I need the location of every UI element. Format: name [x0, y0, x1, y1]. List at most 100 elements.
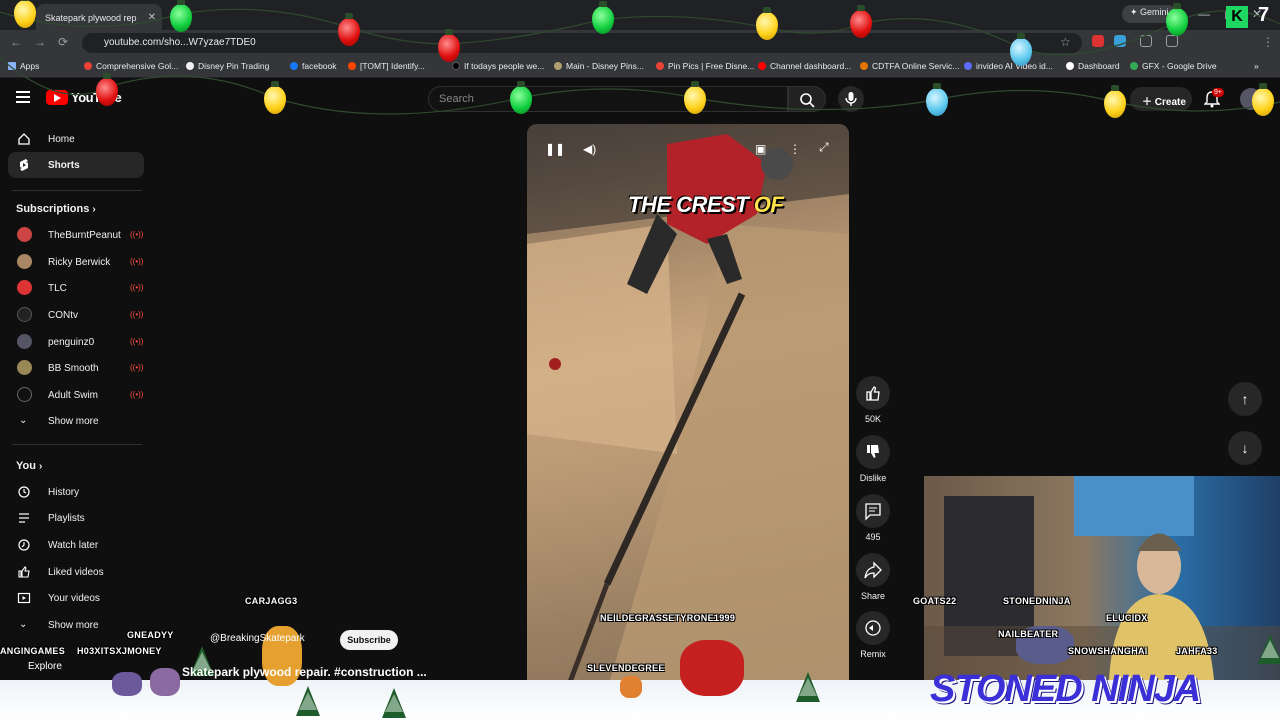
captions-icon[interactable]: ▣	[755, 142, 773, 160]
sidebar-item-subscription[interactable]: penguinz0 ((•))	[8, 329, 144, 355]
extension-icon[interactable]	[1114, 35, 1126, 47]
bookmark-item[interactable]: If todays people we...	[452, 61, 544, 71]
apps-grid-icon	[8, 62, 16, 70]
video-title[interactable]: Skatepark plywood repair. #construction …	[182, 665, 427, 679]
bookmark-favicon-icon	[860, 62, 868, 70]
remix-button[interactable]: Remix	[856, 611, 890, 659]
sidebar-item-subscription[interactable]: CONtv ((•))	[8, 302, 144, 328]
video-caption-overlay: THE CREST OF	[628, 192, 784, 217]
facebook-icon	[290, 62, 298, 70]
tab-title: Skatepark plywood rep	[45, 13, 137, 23]
live-indicator-icon: ((•))	[130, 310, 144, 319]
sidebar-item-liked-videos[interactable]: Liked videos	[8, 559, 144, 585]
game-sprite	[680, 640, 744, 696]
bookmark-item[interactable]: GFX - Google Drive	[1130, 61, 1217, 71]
sidebar-item-subscription[interactable]: BB Smooth ((•))	[8, 355, 144, 381]
sidebar-item-subscription[interactable]: Adult Swim ((•))	[8, 382, 144, 408]
pause-icon[interactable]: ❚❚	[545, 142, 565, 160]
more-bookmarks-icon[interactable]: »	[1254, 61, 1259, 71]
tab-close-icon[interactable]: ✕	[148, 12, 156, 23]
channel-avatar	[17, 360, 32, 375]
address-bar[interactable]: youtube.com/sho...W7yzae7TDE0	[82, 33, 1082, 53]
sidebar-item-explore[interactable]: Explore	[28, 661, 62, 672]
bookmark-item[interactable]: Disney Pin Trading	[186, 61, 269, 71]
sidebar-item-subscription[interactable]: Ricky Berwick ((•))	[8, 249, 144, 275]
bookmark-item[interactable]: Apps	[8, 61, 39, 71]
sidebar-item-subscription[interactable]: TLC ((•))	[8, 275, 144, 301]
sidebar-item-playlists[interactable]: Playlists	[8, 505, 144, 531]
chatter-name: NEILDEGRASSETYRONE1999	[600, 613, 736, 623]
bookmark-item[interactable]: invideo AI Video id...	[964, 61, 1053, 71]
hamburger-menu-icon[interactable]	[16, 91, 30, 103]
bookmark-item[interactable]: Main - Disney Pins...	[554, 61, 644, 71]
more-options-icon[interactable]: ⋮	[789, 142, 807, 160]
chevron-right-icon: ›	[39, 461, 43, 472]
volume-icon[interactable]: ◀)	[583, 142, 601, 160]
share-button[interactable]: Share	[856, 553, 890, 601]
bookmark-item[interactable]: CDTFA Online Servic...	[860, 61, 959, 71]
chatter-name: JAHFA33	[1176, 646, 1218, 656]
chatter-name: NAILBEATER	[998, 629, 1059, 639]
extension-icon[interactable]	[1166, 35, 1178, 47]
browser-toolbar: ← → ⟳ youtube.com/sho...W7yzae7TDE0 ☆ ⋮	[0, 30, 1280, 56]
chatter-name: GNEADYY	[127, 630, 174, 640]
bookmark-favicon-icon	[84, 62, 92, 70]
pine-tree-icon	[382, 688, 406, 718]
bookmark-item[interactable]: facebook	[290, 61, 337, 71]
show-more-subscriptions[interactable]: ⌄ Show more	[8, 408, 144, 434]
create-button[interactable]: ＋ Create	[1130, 87, 1192, 111]
subscriptions-heading[interactable]: Subscriptions ›	[16, 203, 96, 215]
bookmark-star-icon[interactable]: ☆	[1060, 35, 1071, 49]
search-button[interactable]	[788, 86, 826, 112]
address-bar-url: youtube.com/sho...W7yzae7TDE0	[104, 37, 256, 48]
youtube-header: YouTube Search ＋ Create 9+	[0, 78, 1280, 120]
channel-avatar	[17, 280, 32, 295]
sidebar-item-subscription[interactable]: TheBurntPeanut ((•))	[8, 222, 144, 248]
bookmark-item[interactable]: Comprehensive Gol...	[84, 61, 178, 71]
bookmark-item[interactable]: Channel dashboard...	[758, 61, 851, 71]
arrow-up-icon: ↑	[1241, 391, 1249, 407]
back-icon[interactable]: ←	[10, 35, 22, 49]
bookmark-item[interactable]: [TOMT] Identify...	[348, 61, 425, 71]
voice-search-button[interactable]	[838, 86, 864, 112]
forward-icon[interactable]: →	[34, 35, 46, 49]
share-icon	[864, 561, 882, 579]
sidebar-item-watch-later[interactable]: Watch later	[8, 532, 144, 558]
sidebar-item-history[interactable]: History	[8, 479, 144, 505]
like-button[interactable]: 50K	[856, 376, 890, 424]
extension-icon[interactable]	[1092, 35, 1104, 47]
tiktok-icon	[452, 62, 460, 70]
channel-handle[interactable]: @BreakingSkatepark	[210, 633, 305, 644]
bookmark-item[interactable]: Dashboard	[1066, 61, 1120, 71]
game-sprite	[112, 672, 142, 696]
browser-tab[interactable]: Skatepark plywood rep ✕	[36, 4, 162, 30]
thumbs-up-icon	[866, 386, 880, 401]
sidebar-item-your-videos[interactable]: Your videos	[8, 585, 144, 611]
dislike-label: Dislike	[859, 473, 887, 483]
live-indicator-icon: ((•))	[130, 230, 144, 239]
sidebar-item-home[interactable]: Home	[8, 126, 144, 152]
you-heading[interactable]: You ›	[16, 460, 42, 472]
search-input[interactable]: Search	[428, 86, 788, 112]
previous-short-button[interactable]: ↑	[1228, 382, 1262, 416]
minimize-icon[interactable]: —	[1198, 7, 1210, 21]
dislike-button[interactable]: Dislike	[856, 435, 890, 483]
reload-icon[interactable]: ⟳	[58, 35, 68, 49]
comments-button[interactable]: 495	[856, 494, 890, 542]
browser-menu-icon[interactable]: ⋮	[1262, 35, 1274, 49]
show-more-you[interactable]: ⌄ Show more	[8, 612, 144, 638]
arrow-down-icon: ↓	[1241, 440, 1249, 456]
channel-avatar	[17, 307, 32, 322]
sidebar-item-shorts[interactable]: Shorts	[8, 152, 144, 178]
live-indicator-icon: ((•))	[130, 283, 144, 292]
extensions-puzzle-icon[interactable]	[1140, 35, 1152, 47]
streamer-brand-text: STONED NINJA	[930, 668, 1201, 710]
bookmark-item[interactable]: Pin Pics | Free Disne...	[656, 61, 754, 71]
k-badge-number: 7	[1258, 4, 1270, 26]
youtube-logo-icon[interactable]	[46, 90, 68, 105]
subscribe-button[interactable]: Subscribe	[340, 630, 398, 650]
next-short-button[interactable]: ↓	[1228, 431, 1262, 465]
watch-later-icon	[18, 539, 30, 551]
fullscreen-icon[interactable]: ⤢	[819, 140, 837, 158]
shorts-icon	[20, 159, 28, 171]
